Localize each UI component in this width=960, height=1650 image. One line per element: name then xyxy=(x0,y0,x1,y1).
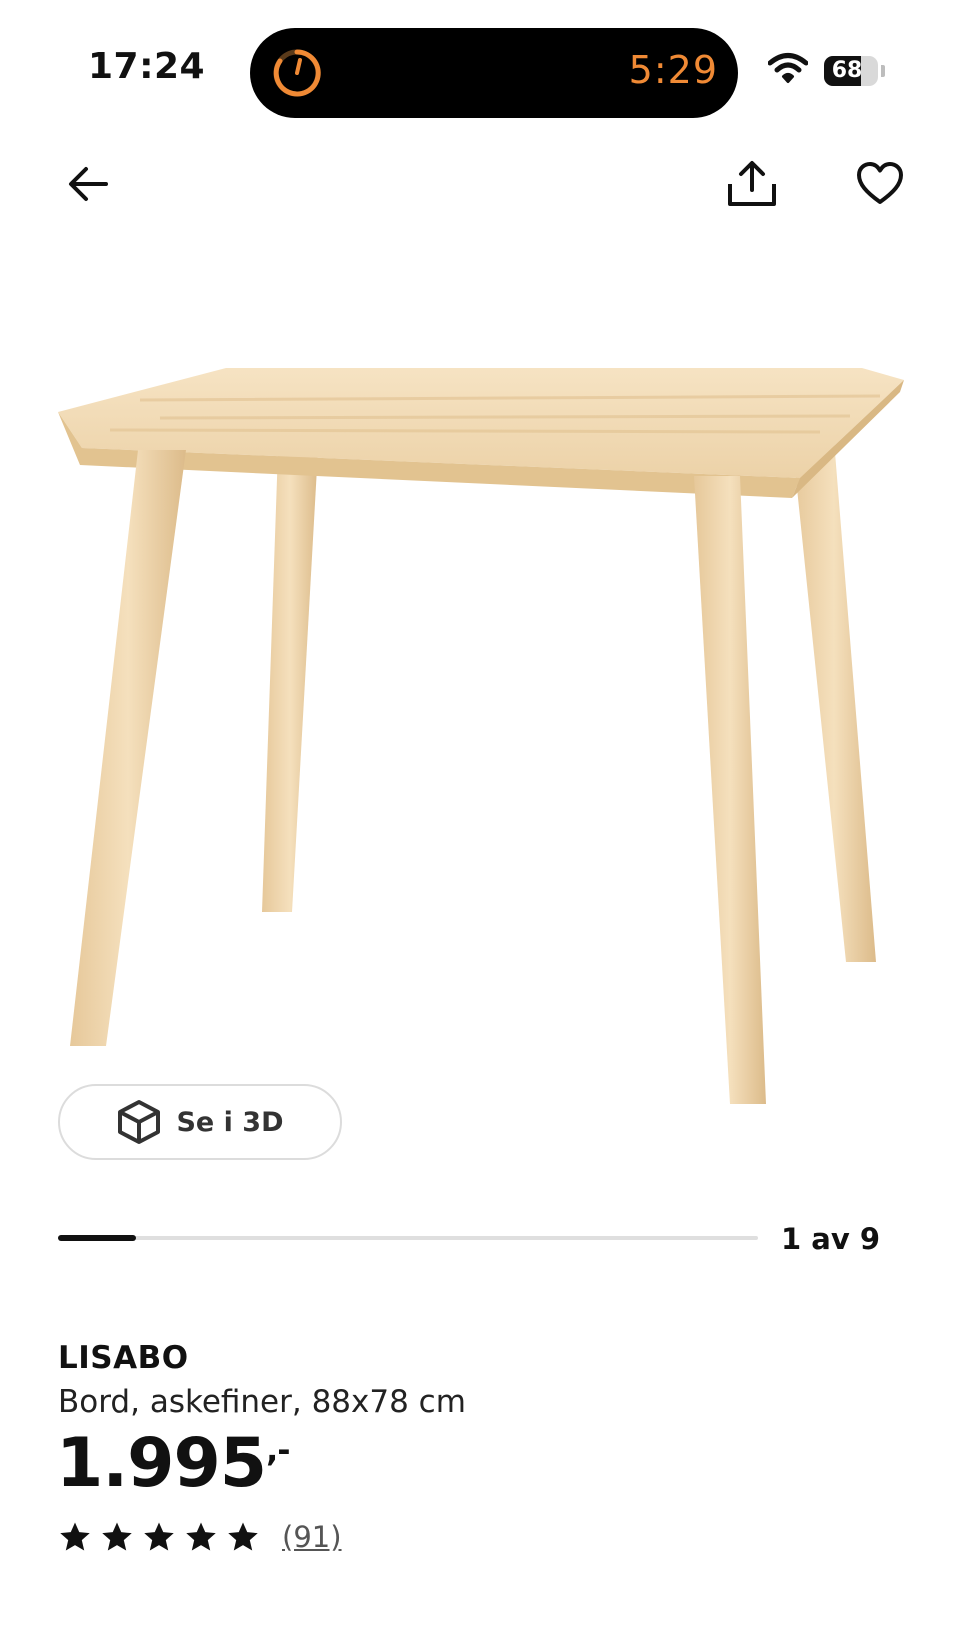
battery-level: 68 xyxy=(831,58,863,83)
table-leg-back-left xyxy=(262,450,318,912)
gallery-progress xyxy=(58,1235,758,1241)
back-button[interactable] xyxy=(58,154,118,214)
share-icon xyxy=(728,161,776,206)
product-price: 1.995,- xyxy=(56,1430,291,1498)
gallery-progress-fill xyxy=(58,1235,136,1241)
star-icon xyxy=(228,1522,258,1551)
status-time: 17:24 xyxy=(88,46,206,87)
live-activity-timer: 5:29 xyxy=(628,48,718,92)
table-leg-front-right xyxy=(694,476,766,1104)
battery-indicator: 68 xyxy=(824,56,878,86)
view-3d-label: Se i 3D xyxy=(176,1106,284,1138)
star-icon xyxy=(144,1522,174,1551)
share-button[interactable] xyxy=(722,154,782,214)
favorite-button[interactable] xyxy=(850,154,910,214)
heart-outline-icon xyxy=(857,162,903,204)
rating-stars xyxy=(58,1520,260,1554)
star-icon xyxy=(102,1522,132,1551)
dynamic-island[interactable]: 5:29 xyxy=(250,28,738,118)
product-rating[interactable]: (91) xyxy=(58,1520,342,1554)
arrow-left-icon xyxy=(69,167,108,201)
cube-icon xyxy=(118,1100,161,1144)
battery-cap xyxy=(881,65,885,77)
product-description: Bord, askefiner, 88x78 cm xyxy=(58,1384,466,1420)
star-icon xyxy=(60,1522,90,1551)
price-amount: 1.995 xyxy=(56,1424,267,1503)
table-leg-back-right xyxy=(792,440,876,962)
table-leg-front-left xyxy=(70,450,186,1046)
timer-ring-icon xyxy=(273,49,321,97)
price-suffix: ,- xyxy=(266,1431,290,1469)
product-image[interactable] xyxy=(0,300,960,1140)
review-count-link[interactable]: (91) xyxy=(282,1520,342,1554)
star-icon xyxy=(186,1522,216,1551)
view-3d-button[interactable]: Se i 3D xyxy=(58,1084,342,1160)
gallery-counter: 1 av 9 xyxy=(780,1222,880,1256)
product-name: LISABO xyxy=(58,1340,189,1376)
wifi-icon xyxy=(768,53,808,83)
